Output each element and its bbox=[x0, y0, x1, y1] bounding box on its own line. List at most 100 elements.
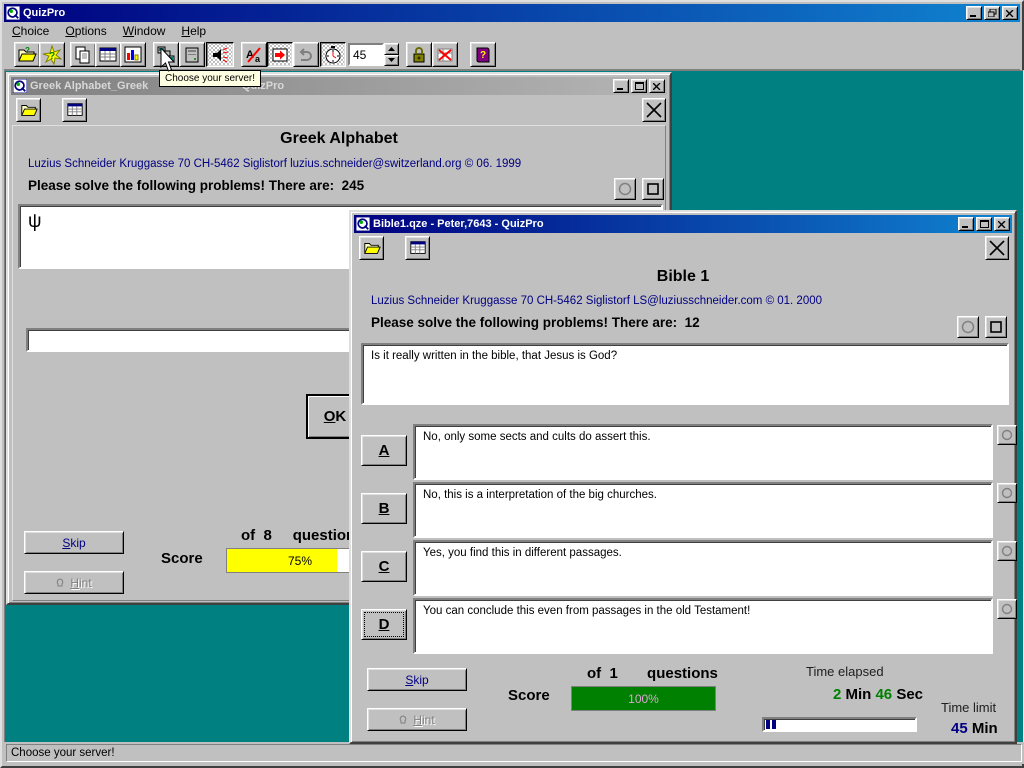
bible-hint-button[interactable]: Hint bbox=[367, 708, 467, 731]
open-folder-icon: ? bbox=[17, 45, 37, 65]
hint-bulb-icon bbox=[56, 578, 64, 588]
greek-titlebar[interactable]: Greek Alphabet_Greek - QuizPro bbox=[11, 77, 667, 95]
new-quiz-icon: ? bbox=[42, 45, 62, 65]
answer-d-button[interactable]: D bbox=[361, 609, 407, 640]
time-limit-label: Time limit bbox=[941, 700, 996, 715]
bible-table-button[interactable] bbox=[405, 236, 430, 260]
ellipse-icon bbox=[1001, 487, 1013, 499]
elapsed-seconds: 46 bbox=[875, 686, 892, 703]
time-limit-input[interactable] bbox=[348, 43, 384, 66]
open-folder-icon bbox=[363, 239, 381, 257]
bible-window-title: Bible1.qze - Peter,7643 - QuizPro bbox=[373, 218, 544, 230]
greek-hint-button[interactable]: Hint bbox=[24, 571, 124, 594]
minimize-icon bbox=[962, 221, 970, 228]
greek-skip-button[interactable]: Skip bbox=[24, 531, 124, 554]
answer-c-sound-button[interactable] bbox=[997, 541, 1017, 561]
bible-score-label: Score bbox=[508, 687, 550, 704]
greek-quiz-title: Greek Alphabet bbox=[8, 130, 670, 148]
maximize-icon bbox=[980, 220, 989, 228]
table-icon bbox=[98, 45, 118, 65]
red-arrow-icon bbox=[270, 45, 290, 65]
big-x-icon bbox=[646, 102, 662, 118]
time-elapsed-label: Time elapsed bbox=[806, 664, 884, 679]
greek-table-button[interactable] bbox=[62, 98, 87, 122]
greek-instruction: Please solve the following problems! The… bbox=[28, 178, 364, 193]
bible-problem-count: 12 bbox=[685, 315, 700, 330]
menu-window[interactable]: Window bbox=[123, 24, 166, 38]
bible-close-button[interactable] bbox=[994, 217, 1010, 231]
greek-close-quiz-button[interactable] bbox=[642, 98, 666, 122]
bible-open-button[interactable] bbox=[359, 236, 384, 260]
font-size-button[interactable]: A a bbox=[241, 42, 267, 67]
time-limit-minutes: 45 bbox=[951, 720, 968, 737]
minimize-button[interactable] bbox=[966, 6, 982, 20]
auto-next-toggle-button[interactable] bbox=[267, 42, 293, 67]
ellipse-icon bbox=[1001, 429, 1013, 441]
delete-results-button[interactable] bbox=[432, 42, 458, 67]
greek-close-button[interactable] bbox=[649, 79, 665, 93]
svg-text:?: ? bbox=[25, 46, 30, 55]
bible-author-line: Luzius Schneider Kruggasse 70 CH-5462 Si… bbox=[371, 295, 822, 307]
local-drive-button[interactable] bbox=[179, 42, 205, 67]
answer-d-sound-button[interactable] bbox=[997, 599, 1017, 619]
mouse-cursor bbox=[160, 48, 178, 74]
close-icon bbox=[1006, 10, 1014, 17]
bible-sound-option-button[interactable] bbox=[957, 316, 979, 338]
bible-titlebar[interactable]: Bible1.qze - Peter,7643 - QuizPro bbox=[354, 215, 1012, 233]
restore-icon bbox=[988, 9, 997, 17]
bible-close-quiz-button[interactable] bbox=[985, 236, 1009, 260]
bible-skip-button[interactable]: Skip bbox=[367, 668, 467, 691]
sound-toggle-button[interactable] bbox=[206, 42, 234, 67]
greek-minimize-button[interactable] bbox=[613, 79, 629, 93]
elapsed-minutes: 2 bbox=[833, 686, 841, 703]
bible-answered-count: 1 bbox=[610, 665, 618, 682]
greek-sound-option-button[interactable] bbox=[614, 178, 636, 200]
answer-a-button[interactable]: A bbox=[361, 435, 407, 466]
close-button[interactable] bbox=[1002, 6, 1018, 20]
answer-b-button[interactable]: B bbox=[361, 493, 407, 524]
answer-a-sound-button[interactable] bbox=[997, 425, 1017, 445]
bible-minimize-button[interactable] bbox=[958, 217, 974, 231]
main-titlebar[interactable]: QuizPro bbox=[4, 4, 1020, 22]
close-icon bbox=[998, 221, 1006, 228]
spin-down-button[interactable] bbox=[384, 55, 399, 67]
open-folder-icon bbox=[20, 101, 38, 119]
greek-of-questions: of 8 questions bbox=[241, 527, 364, 544]
font-aa-icon: A a bbox=[244, 45, 264, 65]
spin-up-button[interactable] bbox=[384, 43, 399, 55]
statistics-button[interactable] bbox=[120, 42, 146, 67]
copy-button[interactable] bbox=[70, 42, 96, 67]
menu-bar: Choice Options Window Help bbox=[4, 22, 1020, 40]
menu-choice[interactable]: Choice bbox=[12, 24, 49, 38]
help-button[interactable]: ? bbox=[470, 42, 496, 67]
lock-exam-button[interactable] bbox=[406, 42, 432, 67]
restore-button[interactable] bbox=[984, 6, 1000, 20]
greek-window-title-left: Greek Alphabet_Greek bbox=[30, 80, 148, 92]
greek-problem-count: 245 bbox=[342, 178, 365, 193]
answer-b-sound-button[interactable] bbox=[997, 483, 1017, 503]
menu-help[interactable]: Help bbox=[181, 24, 206, 38]
greek-open-button[interactable] bbox=[16, 98, 41, 122]
greek-maximize-button[interactable] bbox=[631, 79, 647, 93]
greek-window-size-button[interactable] bbox=[642, 178, 664, 200]
greek-answered-count: 8 bbox=[264, 527, 272, 544]
maximize-icon bbox=[635, 82, 644, 90]
delete-table-icon bbox=[435, 45, 455, 65]
disk-drive-icon bbox=[182, 45, 202, 65]
time-limit-toggle-button[interactable] bbox=[320, 42, 346, 67]
menu-options[interactable]: Options bbox=[65, 24, 106, 38]
answer-b-text: No, this is a interpretation of the big … bbox=[413, 482, 993, 538]
bible-window-size-button[interactable] bbox=[985, 316, 1007, 338]
answer-c-button[interactable]: C bbox=[361, 551, 407, 582]
help-book-icon: ? bbox=[473, 45, 493, 65]
table-icon bbox=[409, 239, 427, 257]
bible-instruction: Please solve the following problems! The… bbox=[371, 315, 700, 330]
bible-maximize-button[interactable] bbox=[976, 217, 992, 231]
main-window-title: QuizPro bbox=[23, 7, 65, 19]
question-table-button[interactable] bbox=[95, 42, 121, 67]
shuffle-button[interactable] bbox=[293, 42, 319, 67]
status-message: Choose your server! bbox=[6, 744, 1022, 762]
time-progress-bar bbox=[762, 717, 917, 732]
new-quiz-button[interactable]: ? bbox=[39, 42, 65, 67]
open-quiz-button[interactable]: ? bbox=[14, 42, 40, 67]
